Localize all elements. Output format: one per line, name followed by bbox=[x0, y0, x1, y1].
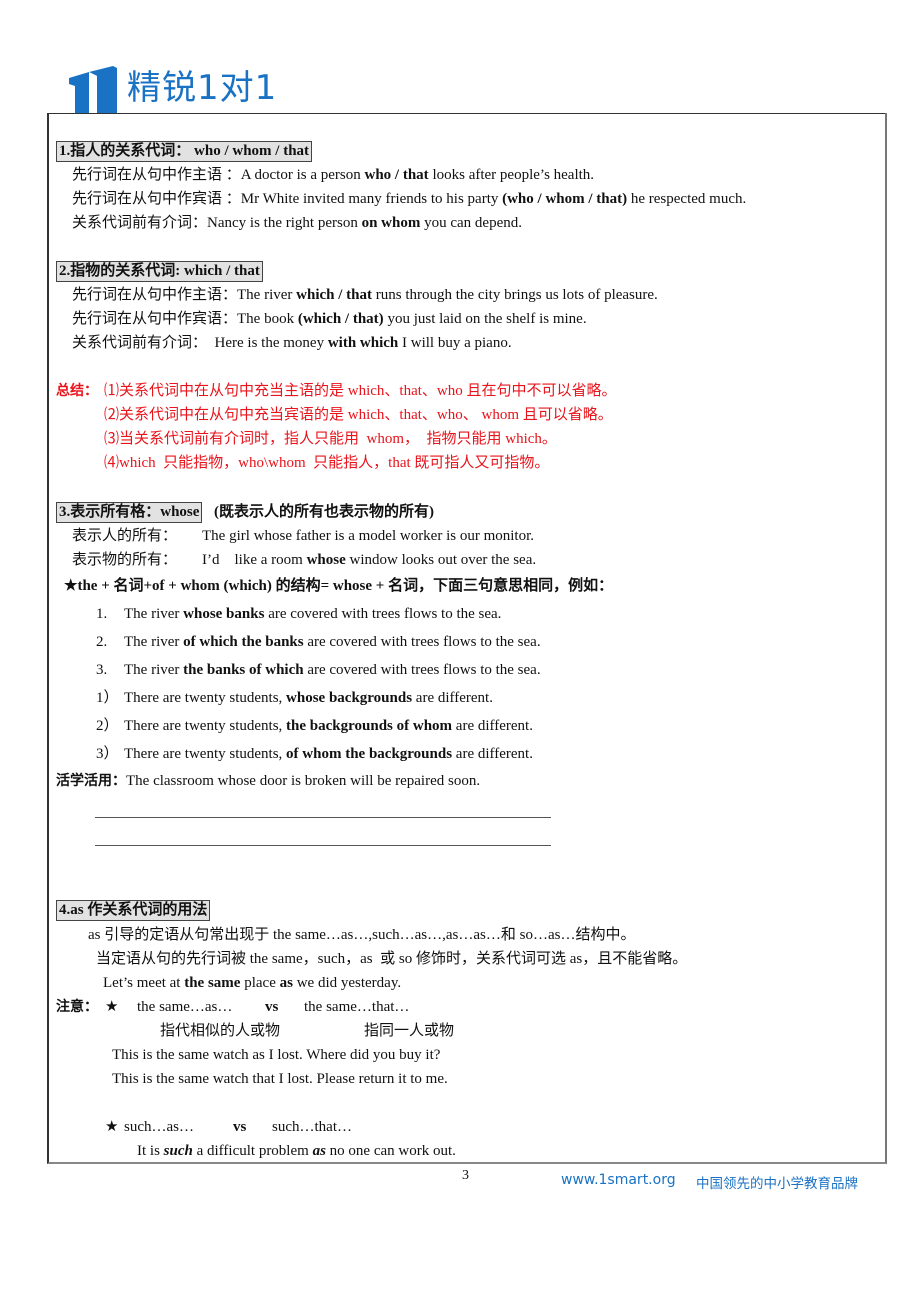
answer-blank-1[interactable] bbox=[95, 817, 551, 818]
section-3-note: (既表示人的所有也表示物的所有) bbox=[214, 504, 434, 520]
footer-slogan: 中国领先的中小学教育品牌 bbox=[696, 1176, 858, 1192]
cmp1-right: the same…that… bbox=[304, 999, 410, 1015]
brand-title: 精锐1对1 bbox=[127, 68, 278, 108]
section-2-heading: 2.指物的关系代词: which / that bbox=[56, 261, 263, 282]
example-item: 2） There are twenty students, the backgro… bbox=[96, 718, 533, 734]
example-item: 2. The river of which the banks are cover… bbox=[96, 634, 541, 650]
section-3-heading: 3.表示所有格：whose bbox=[56, 502, 203, 523]
section-1-heading: 1.指人的关系代词： who / whom / that bbox=[56, 141, 313, 162]
page-number: 3 bbox=[462, 1168, 469, 1183]
example-item: 1） There are twenty students, whose backg… bbox=[96, 690, 493, 706]
s2-row-3: 关系代词前有介词： Here is the money with which I… bbox=[72, 335, 512, 351]
s3-row-1: 表示人的所有： The girl whose father is a model … bbox=[72, 528, 535, 544]
example-item: 3. The river the banks of which are cover… bbox=[96, 662, 541, 678]
note-label: 注意： bbox=[56, 999, 98, 1015]
practice-line: 活学活用：The classroom whose door is broken … bbox=[56, 771, 480, 791]
s2-row-1: 先行词在从句中作主语：The river which / that runs t… bbox=[72, 287, 658, 303]
summary-label: 总结： bbox=[56, 383, 98, 399]
section-1-heading-en: who / whom / that bbox=[194, 143, 310, 159]
cmp1-left: the same…as… bbox=[137, 999, 233, 1015]
cmp2-vs: vs bbox=[233, 1119, 247, 1135]
section-4-heading: 4.as 作关系代词的用法 bbox=[56, 900, 211, 921]
brand-logo bbox=[67, 64, 117, 114]
s4-example: Let’s meet at the same place as we did y… bbox=[103, 975, 402, 991]
s4-line-1: as 引导的定语从句常出现于 the same…as…,such…as…,as…… bbox=[88, 927, 636, 943]
cmp1-left-cn: 指代相似的人或物 bbox=[160, 1023, 281, 1039]
website-link[interactable]: www.1smart.org bbox=[561, 1172, 676, 1188]
summary-item-3: ⑶当关系代词前有介词时，指人只能用 whom， 指物只能用 which。 bbox=[104, 431, 557, 447]
star-icon: ★ bbox=[105, 999, 119, 1015]
summary-item-2: ⑵关系代词中在从句中充当宾语的是 which、that、who、 whom 且可… bbox=[104, 407, 613, 423]
cmp2-left: such…as… bbox=[124, 1119, 194, 1135]
s4-line-2: 当定语从句的先行词被 the same，such，as 或 so 修饰时，关系代… bbox=[96, 951, 688, 967]
s1-row-3: 关系代词前有介词：Nancy is the right person on wh… bbox=[72, 215, 522, 231]
answer-blank-2[interactable] bbox=[95, 845, 551, 846]
s1-row-1: 先行词在从句中作主语 ：A doctor is a person who / t… bbox=[72, 167, 595, 183]
cmp1-example-1: This is the same watch as I lost. Where … bbox=[112, 1047, 441, 1063]
example-item: 3） There are twenty students, of whom the… bbox=[96, 746, 533, 762]
practice-label: 活学活用： bbox=[56, 773, 126, 789]
cmp1-example-2: This is the same watch that I lost. Plea… bbox=[112, 1071, 448, 1087]
s1-row-2: 先行词在从句中作宾语 ：Mr White invited many friend… bbox=[72, 191, 747, 207]
summary-item-4: ⑷which 只能指物，who\whom 只能指人，that 既可指人又可指物。 bbox=[104, 455, 550, 471]
cmp2-example: It is such a difficult problem as no one… bbox=[137, 1143, 456, 1159]
s3-rule: ★the + 名词+of + whom (which) 的结构= whose +… bbox=[64, 578, 614, 594]
cmp2-right: such…that… bbox=[272, 1119, 352, 1135]
summary-item-1: ⑴关系代词中在从句中充当主语的是 which、that、who 且在句中不可以省… bbox=[104, 383, 617, 399]
cmp1-right-cn: 指同一人或物 bbox=[364, 1023, 455, 1039]
s3-row-2: 表示物的所有： I’d like a room whose window look… bbox=[72, 552, 537, 568]
s2-row-2: 先行词在从句中作宾语：The book (which / that) you j… bbox=[72, 311, 587, 327]
section-1-heading-cn: 1.指人的关系代词： bbox=[59, 143, 191, 159]
cmp1-vs: vs bbox=[265, 999, 279, 1015]
example-item: 1. The river whose banks are covered with… bbox=[96, 606, 502, 622]
star-icon: ★ bbox=[105, 1119, 119, 1135]
building-one-icon bbox=[69, 66, 117, 113]
practice-text: The classroom whose door is broken will … bbox=[126, 773, 481, 789]
